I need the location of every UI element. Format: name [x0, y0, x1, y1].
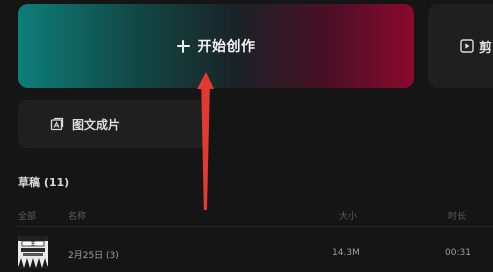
- clip-shortcut-card[interactable]: 剪: [428, 4, 493, 88]
- filter-all-tab[interactable]: 全部: [18, 209, 36, 222]
- start-creation-button[interactable]: 开始创作: [18, 4, 414, 88]
- column-size[interactable]: 大小: [339, 209, 357, 222]
- column-duration[interactable]: 时长: [448, 209, 466, 222]
- image-text-icon: [50, 117, 64, 131]
- plus-icon: [176, 39, 190, 53]
- draft-thumbnail: 王: [18, 236, 48, 268]
- draft-duration: 00:31: [445, 248, 471, 258]
- drafts-section-title: 草稿 (11): [18, 176, 70, 189]
- table-row[interactable]: 王 2月25日 (3) 14.3M 00:31: [18, 234, 493, 270]
- video-clip-icon: [460, 39, 474, 53]
- start-creation-label: 开始创作: [197, 39, 256, 55]
- table-divider: [18, 226, 493, 227]
- home-page: 开始创作 剪 图文成片 草稿 (11) 全部 名称 大小 时长 王 2月25日 …: [0, 0, 493, 272]
- draft-name: 2月25日 (3): [68, 251, 119, 261]
- column-name[interactable]: 名称: [68, 209, 86, 222]
- draft-size: 14.3M: [332, 248, 360, 258]
- image-text-video-button[interactable]: 图文成片: [18, 100, 208, 148]
- image-text-video-label: 图文成片: [72, 117, 121, 132]
- svg-text:王: 王: [31, 240, 36, 247]
- drafts-table-header: 全部 名称 大小 时长: [18, 207, 493, 225]
- clip-shortcut-label: 剪: [479, 40, 493, 56]
